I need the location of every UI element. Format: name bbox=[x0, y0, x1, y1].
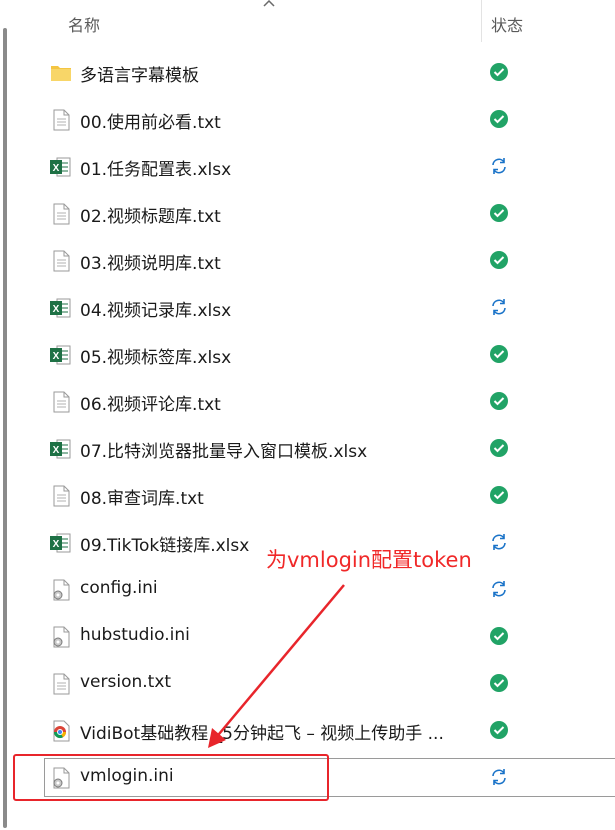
text-file-icon bbox=[49, 672, 73, 696]
file-name[interactable]: 07.比特浏览器批量导入窗口模板.xlsx bbox=[80, 437, 367, 462]
file-name[interactable]: 08.审查词库.txt bbox=[80, 484, 204, 509]
synced-check-icon bbox=[489, 391, 509, 411]
column-divider[interactable] bbox=[481, 0, 482, 42]
folder-icon bbox=[49, 61, 73, 85]
synced-check-icon bbox=[489, 626, 509, 646]
sort-ascending-icon[interactable] bbox=[262, 0, 276, 8]
file-row[interactable]: X 05.视频标签库.xlsx bbox=[0, 331, 615, 378]
file-row[interactable]: VidiBot基础教程 _5分钟起飞 – 视频上传助手 ... bbox=[0, 707, 615, 754]
settings-file-icon bbox=[49, 625, 73, 649]
svg-text:X: X bbox=[53, 539, 60, 550]
file-row[interactable]: 多语言字幕模板 bbox=[0, 49, 615, 96]
file-row[interactable]: 03.视频说明库.txt bbox=[0, 237, 615, 284]
excel-file-icon: X bbox=[49, 531, 73, 555]
text-file-icon bbox=[49, 108, 73, 132]
file-name[interactable]: 04.视频记录库.xlsx bbox=[80, 296, 231, 321]
file-name[interactable]: 02.视频标题库.txt bbox=[80, 202, 221, 227]
file-row[interactable]: X 04.视频记录库.xlsx bbox=[0, 284, 615, 331]
sync-pending-icon bbox=[489, 156, 509, 176]
column-header: 名称 状态 bbox=[0, 0, 615, 42]
settings-file-icon bbox=[49, 578, 73, 602]
annotation-highlight-box bbox=[13, 754, 329, 801]
text-file-icon bbox=[49, 249, 73, 273]
synced-check-icon bbox=[489, 344, 509, 364]
file-name[interactable]: 03.视频说明库.txt bbox=[80, 249, 221, 274]
synced-check-icon bbox=[489, 673, 509, 693]
column-header-name[interactable]: 名称 bbox=[68, 12, 100, 36]
synced-check-icon bbox=[489, 250, 509, 270]
file-list: 多语言字幕模板 00.使用前必看.txt X 01.任务配置表.xlsx 02.视频标题… bbox=[0, 49, 615, 801]
excel-file-icon: X bbox=[49, 296, 73, 320]
text-file-icon bbox=[49, 390, 73, 414]
file-row[interactable]: 00.使用前必看.txt bbox=[0, 96, 615, 143]
excel-file-icon: X bbox=[49, 155, 73, 179]
column-header-status[interactable]: 状态 bbox=[491, 12, 523, 36]
svg-text:X: X bbox=[53, 304, 60, 315]
file-name[interactable]: config.ini bbox=[80, 578, 158, 598]
svg-text:X: X bbox=[53, 163, 60, 174]
sync-pending-icon bbox=[489, 579, 509, 599]
file-name[interactable]: hubstudio.ini bbox=[80, 625, 190, 645]
synced-check-icon bbox=[489, 109, 509, 129]
file-row[interactable]: version.txt bbox=[0, 660, 615, 707]
synced-check-icon bbox=[489, 203, 509, 223]
svg-text:X: X bbox=[53, 351, 60, 362]
excel-file-icon: X bbox=[49, 437, 73, 461]
text-file-icon bbox=[49, 484, 73, 508]
synced-check-icon bbox=[489, 438, 509, 458]
synced-check-icon bbox=[489, 720, 509, 740]
file-row[interactable]: X 01.任务配置表.xlsx bbox=[0, 143, 615, 190]
file-name[interactable]: VidiBot基础教程 _5分钟起飞 – 视频上传助手 ... bbox=[80, 719, 444, 744]
synced-check-icon bbox=[489, 485, 509, 505]
file-name[interactable]: 09.TikTok链接库.xlsx bbox=[80, 531, 249, 556]
file-row[interactable]: hubstudio.ini bbox=[0, 613, 615, 660]
file-name[interactable]: 05.视频标签库.xlsx bbox=[80, 343, 231, 368]
file-name[interactable]: 06.视频评论库.txt bbox=[80, 390, 221, 415]
chrome-html-file-icon bbox=[49, 719, 73, 743]
synced-check-icon bbox=[489, 62, 509, 82]
sync-pending-icon bbox=[489, 297, 509, 317]
file-name[interactable]: 01.任务配置表.xlsx bbox=[80, 155, 231, 180]
annotation-text: 为vmlogin配置token bbox=[266, 548, 472, 572]
file-row[interactable]: 06.视频评论库.txt bbox=[0, 378, 615, 425]
file-row[interactable]: X 07.比特浏览器批量导入窗口模板.xlsx bbox=[0, 425, 615, 472]
file-name[interactable]: version.txt bbox=[80, 672, 171, 692]
excel-file-icon: X bbox=[49, 343, 73, 367]
sync-pending-icon bbox=[489, 767, 509, 787]
file-name[interactable]: 00.使用前必看.txt bbox=[80, 108, 221, 133]
text-file-icon bbox=[49, 202, 73, 226]
file-row[interactable]: 02.视频标题库.txt bbox=[0, 190, 615, 237]
file-name[interactable]: 多语言字幕模板 bbox=[80, 61, 199, 86]
file-row[interactable]: 08.审查词库.txt bbox=[0, 472, 615, 519]
sync-pending-icon bbox=[489, 532, 509, 552]
svg-text:X: X bbox=[53, 445, 60, 456]
